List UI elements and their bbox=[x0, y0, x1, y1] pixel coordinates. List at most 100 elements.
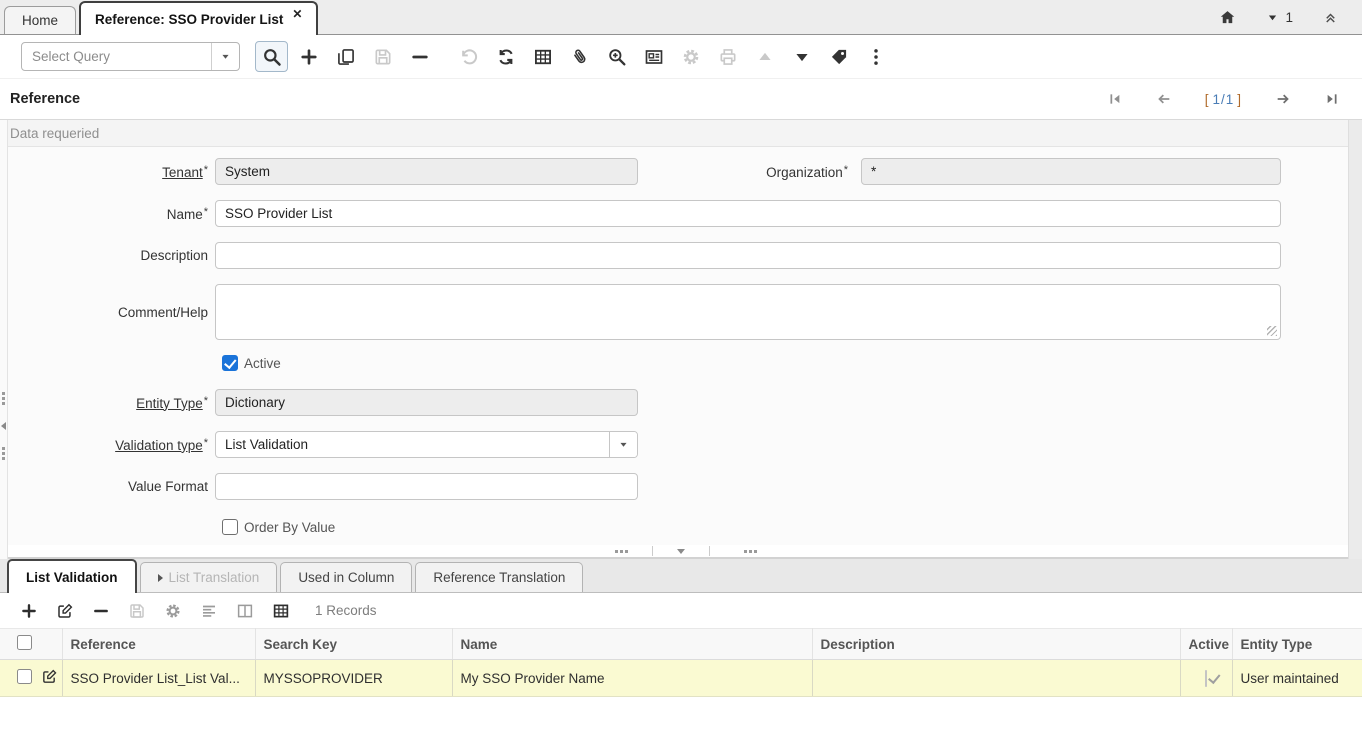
resize-grip-icon[interactable] bbox=[1267, 326, 1277, 336]
detail-pane-splitter[interactable] bbox=[0, 545, 1362, 559]
print-button bbox=[711, 41, 744, 72]
parent-record-button bbox=[748, 41, 781, 72]
tab-label: Reference Translation bbox=[433, 570, 565, 585]
collapse-left-arrow-icon bbox=[1, 422, 6, 430]
edit-icon bbox=[41, 668, 58, 685]
desktop-selector[interactable]: 1 bbox=[1266, 10, 1293, 25]
window-tab-home[interactable]: Home bbox=[4, 6, 76, 34]
splitter-divider bbox=[709, 546, 710, 556]
process-button bbox=[674, 41, 707, 72]
west-panel-splitter[interactable] bbox=[0, 120, 8, 559]
tag-icon bbox=[829, 47, 849, 67]
order-by-value-checkbox[interactable] bbox=[222, 519, 238, 535]
status-bar: Data requeried bbox=[0, 120, 1362, 147]
copy-record-button[interactable] bbox=[329, 41, 362, 72]
last-record-icon bbox=[1324, 91, 1340, 107]
entity-type-field[interactable]: Dictionary bbox=[215, 389, 638, 416]
last-record-button[interactable] bbox=[1324, 91, 1340, 107]
cell-entity-type[interactable]: User maintained bbox=[1232, 660, 1362, 697]
next-record-button[interactable] bbox=[1275, 91, 1291, 107]
new-record-button[interactable] bbox=[292, 41, 325, 72]
table-row[interactable]: SSO Provider List_List Val... MYSSOPROVI… bbox=[0, 660, 1362, 697]
select-query-dropdown-button[interactable] bbox=[211, 43, 239, 70]
collapse-all-button[interactable] bbox=[1323, 10, 1338, 25]
organization-field[interactable]: * bbox=[861, 158, 1281, 185]
column-header-active[interactable]: Active bbox=[1180, 629, 1232, 660]
caret-down-icon bbox=[792, 47, 812, 67]
zoom-across-button[interactable] bbox=[600, 41, 633, 72]
detail-tab-list-validation[interactable]: List Validation bbox=[7, 559, 137, 593]
column-header-search-key[interactable]: Search Key bbox=[255, 629, 452, 660]
edit-row-button[interactable] bbox=[51, 598, 78, 624]
first-record-icon bbox=[1107, 91, 1123, 107]
cell-reference[interactable]: SSO Provider List_List Val... bbox=[62, 660, 255, 697]
zoom-in-icon bbox=[607, 47, 627, 67]
label-button[interactable] bbox=[822, 41, 855, 72]
previous-record-button[interactable] bbox=[1156, 91, 1172, 107]
new-row-button[interactable] bbox=[15, 598, 42, 624]
comment-help-field[interactable] bbox=[215, 284, 1281, 340]
collapse-down-arrow-icon[interactable] bbox=[677, 549, 685, 554]
chat-button[interactable] bbox=[637, 41, 670, 72]
column-header-description[interactable]: Description bbox=[812, 629, 1180, 660]
chevron-down-icon bbox=[1266, 11, 1279, 24]
validation-type-dropdown-button[interactable] bbox=[609, 432, 637, 457]
minus-icon bbox=[92, 602, 110, 620]
record-navigation: [1/1] bbox=[1074, 91, 1340, 107]
row-select-cell bbox=[0, 660, 40, 697]
select-all-checkbox[interactable] bbox=[17, 635, 32, 650]
status-message: Data requeried bbox=[10, 126, 99, 141]
description-field[interactable] bbox=[215, 242, 1281, 269]
cell-search-key[interactable]: MYSSOPROVIDER bbox=[255, 660, 452, 697]
order-by-value-label: Order By Value bbox=[244, 520, 335, 535]
more-options-button[interactable] bbox=[859, 41, 892, 72]
value-format-field[interactable] bbox=[215, 473, 638, 500]
save-icon bbox=[373, 47, 393, 67]
arrow-right-icon bbox=[1275, 91, 1291, 107]
splitter-handle[interactable] bbox=[1, 392, 6, 460]
delete-record-button[interactable] bbox=[403, 41, 436, 72]
name-field[interactable]: SSO Provider List bbox=[215, 200, 1281, 227]
window-toolbar-buttons bbox=[255, 41, 896, 72]
attachment-button[interactable] bbox=[563, 41, 596, 72]
select-query-value: Select Query bbox=[22, 43, 211, 70]
grid-toggle-button[interactable] bbox=[526, 41, 559, 72]
home-icon bbox=[1219, 9, 1236, 26]
tenant-field[interactable]: System bbox=[215, 158, 638, 185]
column-header-entity-type[interactable]: Entity Type bbox=[1232, 629, 1362, 660]
column-header-name[interactable]: Name bbox=[452, 629, 812, 660]
delete-row-button[interactable] bbox=[87, 598, 114, 624]
desktop-count: 1 bbox=[1285, 10, 1293, 25]
detail-tab-used-in-column[interactable]: Used in Column bbox=[280, 562, 412, 592]
save-button bbox=[366, 41, 399, 72]
detail-tab-reference-translation[interactable]: Reference Translation bbox=[415, 562, 583, 592]
chevron-down-icon bbox=[618, 439, 629, 450]
active-checkbox[interactable] bbox=[222, 355, 238, 371]
first-record-button[interactable] bbox=[1107, 91, 1123, 107]
home-button[interactable] bbox=[1219, 9, 1236, 26]
east-panel-strip[interactable] bbox=[1348, 120, 1362, 559]
refresh-icon bbox=[496, 47, 516, 67]
row-select-checkbox[interactable] bbox=[17, 669, 32, 684]
grid-view-button[interactable] bbox=[267, 598, 294, 624]
grip-dots-icon bbox=[2, 392, 5, 395]
close-icon[interactable]: ✕ bbox=[292, 7, 302, 21]
tab-label: Home bbox=[22, 13, 58, 28]
row-edit-button[interactable] bbox=[41, 668, 58, 685]
detail-toolbar-buttons bbox=[15, 598, 303, 624]
double-chevron-up-icon bbox=[1323, 10, 1338, 25]
select-query-combobox[interactable]: Select Query bbox=[21, 42, 240, 71]
detail-record-button[interactable] bbox=[785, 41, 818, 72]
requery-button[interactable] bbox=[489, 41, 522, 72]
find-button[interactable] bbox=[255, 41, 288, 72]
cell-name[interactable]: My SSO Provider Name bbox=[452, 660, 812, 697]
cell-description[interactable] bbox=[812, 660, 1180, 697]
tab-label: List Translation bbox=[169, 570, 260, 585]
window-tab-reference-sso-provider-list[interactable]: Reference: SSO Provider List✕ bbox=[79, 1, 318, 35]
gear-icon bbox=[164, 602, 182, 620]
column-header-reference[interactable]: Reference bbox=[62, 629, 255, 660]
record-indicator: [1/1] bbox=[1205, 92, 1242, 107]
validation-type-combobox[interactable]: List Validation bbox=[215, 431, 638, 458]
list-validation-grid: Reference Search Key Name Description Ac… bbox=[0, 628, 1362, 697]
window-titlebar: Reference [1/1] bbox=[0, 79, 1362, 120]
